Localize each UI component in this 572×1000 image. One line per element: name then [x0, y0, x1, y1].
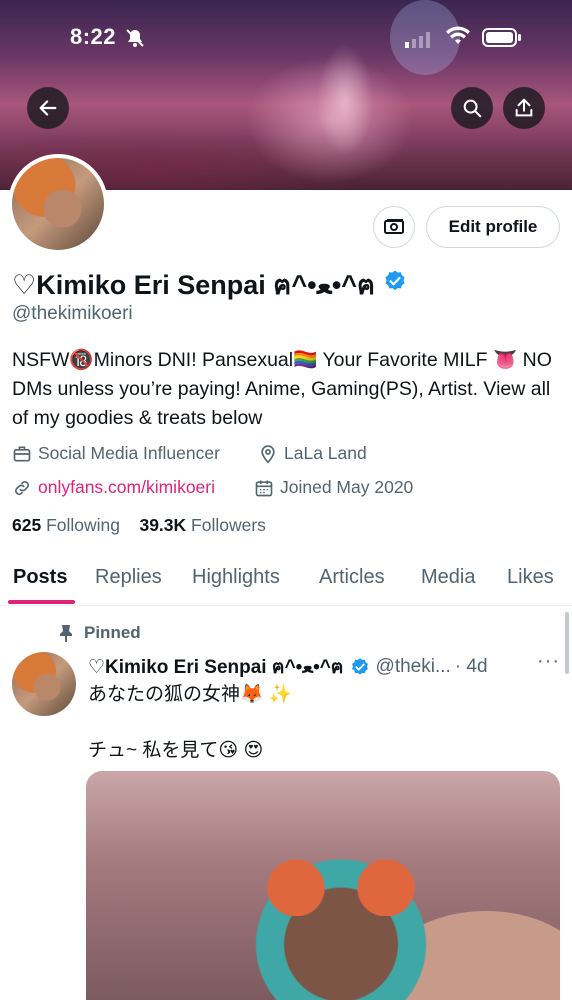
profile-name-row: ♡Kimiko Eri Senpai ฅ^•ﻌ•^ฅ	[12, 263, 407, 306]
edit-profile-button[interactable]: Edit profile	[426, 206, 560, 248]
tab-highlights[interactable]: Highlights	[192, 566, 280, 589]
following-count: 625	[12, 515, 42, 535]
tab-likes[interactable]: Likes	[507, 566, 554, 589]
followers-label: Followers	[191, 515, 266, 535]
post-timestamp[interactable]: · 4d	[455, 656, 488, 678]
verified-badge-icon	[350, 657, 370, 677]
search-button[interactable]	[451, 87, 493, 129]
arrow-left-icon	[39, 100, 57, 116]
media-shape	[266, 846, 416, 916]
pin-icon	[60, 625, 72, 642]
post-more-button[interactable]: ···	[537, 650, 560, 673]
profile-bio: NSFW🔞Minors DNI! Pansexual🏳️‍🌈 Your Favo…	[12, 349, 552, 429]
wifi-icon	[445, 26, 471, 51]
pinned-label: Pinned	[84, 623, 141, 642]
following-link[interactable]: 625 Following	[12, 515, 120, 535]
scrollbar[interactable]	[565, 612, 569, 674]
following-label: Following	[46, 515, 121, 535]
pinned-indicator: Pinned	[58, 623, 141, 643]
tab-replies[interactable]: Replies	[95, 566, 162, 589]
location-pin-icon	[261, 444, 275, 464]
post-text-line-1: あなたの狐の女神🦊 ✨	[88, 684, 293, 705]
tab-posts[interactable]: Posts	[13, 566, 67, 589]
profile-handle: @thekimikoeri	[12, 303, 133, 324]
link-icon	[15, 480, 29, 495]
subscriptions-button[interactable]	[373, 206, 415, 248]
followers-link[interactable]: 39.3K Followers	[139, 515, 265, 535]
active-tab-indicator	[8, 600, 75, 604]
calendar-icon	[255, 480, 273, 496]
share-icon	[515, 98, 533, 117]
status-time: 8:22	[70, 24, 117, 49]
profile-location: LaLa Land	[258, 443, 367, 464]
profile-link[interactable]: onlyfans.com/kimikoeri	[12, 477, 215, 498]
search-icon	[463, 99, 482, 118]
profile-joined: Joined May 2020	[254, 477, 413, 498]
profile-category: Social Media Influencer	[12, 443, 220, 464]
category-text: Social Media Influencer	[38, 443, 220, 463]
post-author-name[interactable]: ♡Kimiko Eri Senpai ฅ^•ﻌ•^ฅ	[88, 652, 344, 682]
link-text[interactable]: onlyfans.com/kimikoeri	[38, 477, 215, 498]
followers-count: 39.3K	[139, 515, 187, 535]
post-header: ♡Kimiko Eri Senpai ฅ^•ﻌ•^ฅ @theki... · 4…	[88, 652, 488, 682]
tab-media[interactable]: Media	[421, 566, 475, 589]
verified-badge-icon[interactable]	[383, 269, 407, 300]
status-bar: 8:22	[0, 22, 572, 56]
profile-avatar[interactable]	[8, 154, 108, 254]
profile-tabs: Posts Replies Highlights Articles Media …	[0, 558, 572, 606]
location-text: LaLa Land	[284, 443, 367, 463]
profile-name: ♡Kimiko Eri Senpai ฅ^•ﻌ•^ฅ	[12, 270, 376, 300]
share-button[interactable]	[503, 87, 545, 129]
bell-muted-icon	[125, 28, 145, 53]
briefcase-icon	[13, 446, 31, 461]
joined-text: Joined May 2020	[280, 477, 414, 497]
battery-icon	[482, 28, 522, 53]
tab-articles[interactable]: Articles	[319, 566, 385, 589]
follow-counts: 625 Following 39.3K Followers	[12, 515, 266, 536]
post-author-avatar[interactable]	[12, 652, 76, 716]
post-text-line-2: チュ~ 私を見て😘 😍	[88, 740, 264, 761]
back-button[interactable]	[27, 87, 69, 129]
post-author-handle[interactable]: @theki...	[376, 656, 451, 678]
cellular-signal-icon	[405, 32, 435, 53]
money-icon	[384, 219, 404, 234]
post-media-image[interactable]	[86, 771, 560, 1000]
